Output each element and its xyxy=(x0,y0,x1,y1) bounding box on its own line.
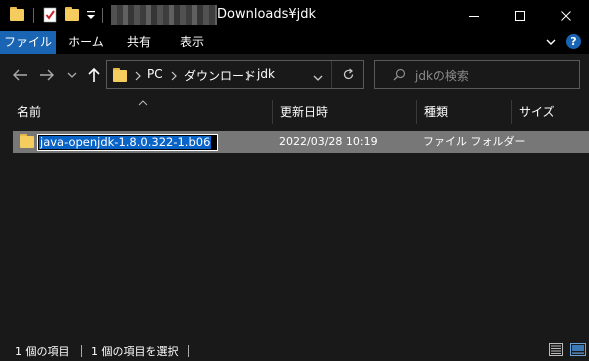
chevron-right-icon[interactable] xyxy=(170,70,178,84)
divider xyxy=(33,8,34,23)
minimize-button[interactable] xyxy=(451,0,497,31)
large-icons-view-icon[interactable] xyxy=(569,341,587,358)
breadcrumb-jdk[interactable]: jdk xyxy=(257,67,275,81)
search-placeholder: jdkの検索 xyxy=(415,69,469,83)
divider xyxy=(331,61,332,88)
redacted-path xyxy=(111,5,217,25)
status-bar: 1 個の項目 1 個の項目を選択 xyxy=(0,339,589,361)
tab-share[interactable]: 共有 xyxy=(114,31,164,54)
cell-type: ファイル フォルダー xyxy=(423,135,526,148)
address-bar[interactable]: PC ダウンロード jdk xyxy=(106,60,364,89)
column-name[interactable]: 名前 xyxy=(10,100,272,124)
search-input[interactable]: jdkの検索 xyxy=(374,60,580,89)
forward-arrow-icon[interactable] xyxy=(38,66,56,84)
properties-check-icon[interactable] xyxy=(42,7,58,23)
breadcrumb-pc[interactable]: PC xyxy=(147,67,163,81)
column-modified[interactable]: 更新日時 xyxy=(273,100,416,124)
navigation-bar: PC ダウンロード jdk jdkの検索 xyxy=(0,54,589,96)
cell-modified: 2022/03/28 10:19 xyxy=(279,135,378,148)
selection-count: 1 個の項目を選択 xyxy=(91,345,179,358)
ribbon-tabs: ファイル ホーム 共有 表示 ? xyxy=(0,31,589,54)
history-dropdown-icon[interactable] xyxy=(313,71,323,85)
up-arrow-icon[interactable] xyxy=(85,66,103,84)
rename-selected-text: java-openjdk-1.8.0.322-1.b06 xyxy=(39,135,212,149)
divider xyxy=(81,345,82,357)
new-folder-icon[interactable] xyxy=(65,7,81,23)
customize-dropdown-icon[interactable] xyxy=(85,7,101,23)
divider xyxy=(188,345,189,357)
folder-icon xyxy=(113,68,127,82)
column-size[interactable]: サイズ xyxy=(512,100,589,124)
column-type[interactable]: 種類 xyxy=(417,100,511,124)
chevron-right-icon[interactable] xyxy=(134,70,142,84)
back-arrow-icon[interactable] xyxy=(11,66,29,84)
folder-icon xyxy=(20,134,34,148)
rename-input[interactable]: java-openjdk-1.8.0.322-1.b06 xyxy=(37,134,218,151)
details-view-icon[interactable] xyxy=(547,341,565,358)
folder-icon xyxy=(10,7,26,23)
search-icon xyxy=(393,68,406,84)
title-bar[interactable]: Downloads¥jdk xyxy=(0,0,589,31)
window-title: Downloads¥jdk xyxy=(217,7,317,22)
divider xyxy=(102,8,103,23)
refresh-icon[interactable] xyxy=(342,68,355,84)
tab-home[interactable]: ホーム xyxy=(60,31,112,54)
help-icon[interactable]: ? xyxy=(566,34,581,49)
table-row[interactable]: java-openjdk-1.8.0.322-1.b06 2022/03/28 … xyxy=(13,131,589,153)
close-button[interactable] xyxy=(543,0,589,31)
recent-dropdown-icon[interactable] xyxy=(63,66,81,84)
chevron-right-icon[interactable] xyxy=(244,70,252,84)
expand-ribbon-icon[interactable] xyxy=(545,36,557,51)
item-count: 1 個の項目 xyxy=(15,345,70,358)
maximize-button[interactable] xyxy=(497,0,543,31)
tab-view[interactable]: 表示 xyxy=(166,31,218,54)
tab-file[interactable]: ファイル xyxy=(0,31,56,54)
column-header: 名前 更新日時 種類 サイズ xyxy=(0,100,589,124)
